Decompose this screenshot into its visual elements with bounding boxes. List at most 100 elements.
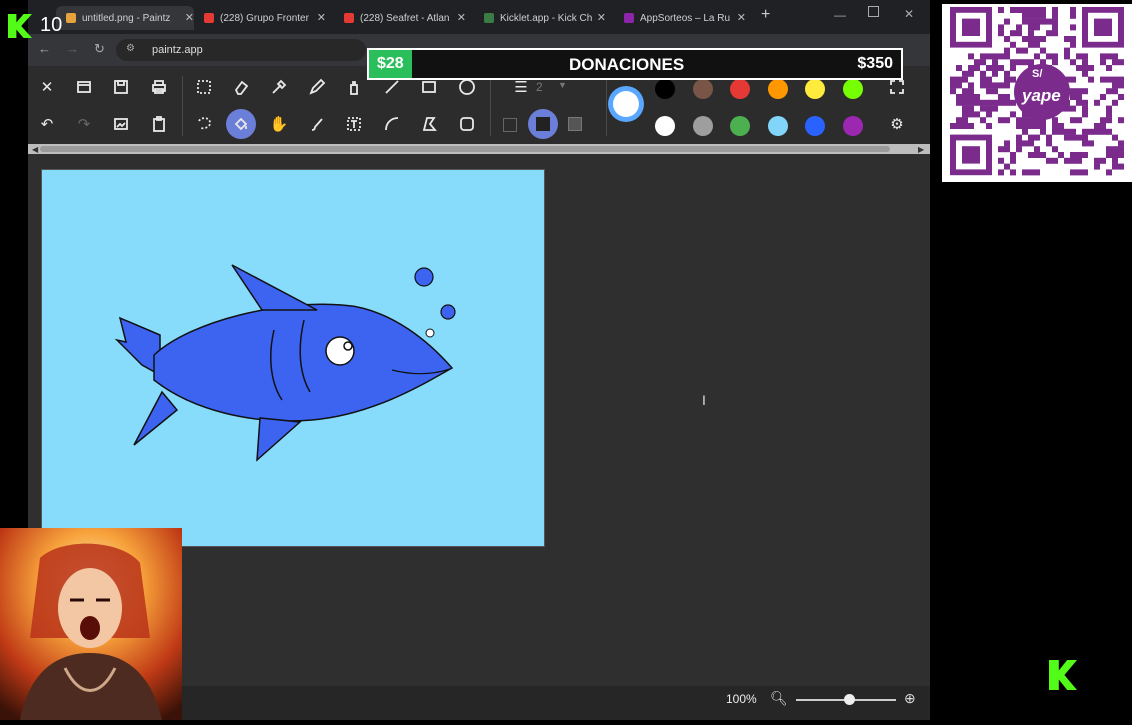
divider: [182, 76, 183, 136]
redo-icon[interactable]: ↷: [71, 111, 97, 137]
color-swatch[interactable]: [843, 116, 863, 136]
spray-can-icon[interactable]: [341, 74, 367, 100]
qr-finder-pattern: [1094, 18, 1112, 36]
color-swatch[interactable]: [767, 116, 788, 136]
close-tab-icon[interactable]: ✕: [597, 11, 606, 24]
fish-dorsal-fin: [231, 264, 318, 311]
outline-fill-icon[interactable]: [568, 117, 582, 131]
site-settings-icon[interactable]: ⚙: [126, 43, 135, 54]
scrollbar-thumb[interactable]: [40, 146, 890, 152]
color-swatch[interactable]: [730, 79, 751, 99]
donation-goal: $350: [857, 55, 893, 72]
rounded-rectangle-tool-icon[interactable]: [454, 111, 480, 137]
eraser-icon[interactable]: [228, 74, 254, 100]
color-swatch[interactable]: [692, 79, 713, 99]
filled-shape-icon: [536, 117, 550, 131]
clipboard-icon[interactable]: [146, 111, 172, 137]
streamer-avatar-image: [0, 528, 182, 720]
color-swatch[interactable]: [805, 79, 826, 99]
qr-finder-pattern: [962, 146, 980, 164]
text-cursor-icon: I: [702, 392, 706, 408]
tab-kicklet[interactable]: Kicklet.app - Kick Ch ✕: [484, 6, 606, 30]
close-tab-icon[interactable]: ✕: [317, 11, 326, 24]
new-tab-button[interactable]: +: [761, 6, 770, 24]
close-icon[interactable]: ✕: [34, 74, 60, 100]
maximize-icon[interactable]: [868, 6, 879, 17]
tab-youtube-1[interactable]: (228) Grupo Fronter ✕: [204, 6, 326, 30]
color-swatch[interactable]: [730, 116, 751, 136]
color-swatch[interactable]: [805, 116, 826, 136]
primary-color-swatch[interactable]: [613, 91, 639, 117]
print-icon[interactable]: [146, 74, 172, 100]
tab-label: untitled.png - Paintz: [82, 12, 171, 24]
reload-icon[interactable]: ↻: [94, 41, 105, 57]
close-window-icon[interactable]: ✕: [904, 7, 914, 21]
bubble: [414, 267, 434, 287]
tab-appsorteos[interactable]: AppSorteos – La Ru ✕: [624, 6, 746, 30]
zoom-level: 100%: [726, 692, 757, 706]
forward-arrow-icon[interactable]: →: [66, 41, 79, 56]
stream-counter: 10: [40, 14, 63, 36]
drawing-canvas[interactable]: [41, 169, 545, 547]
fill-bucket-icon[interactable]: [228, 111, 254, 137]
line-width-chevron-down-icon[interactable]: ▼: [558, 80, 567, 90]
tab-label: AppSorteos – La Ru: [640, 12, 731, 24]
divider: [490, 76, 491, 136]
zoom-out-icon[interactable]: 🔍︎: [770, 690, 788, 707]
image-resize-icon[interactable]: [108, 111, 134, 137]
tab-label: Kicklet.app - Kick Ch: [500, 12, 593, 24]
scroll-left-icon[interactable]: ◀: [32, 145, 38, 154]
polygon-tool-icon[interactable]: [416, 111, 442, 137]
tab-paintz[interactable]: untitled.png - Paintz ✕: [56, 6, 194, 30]
youtube-icon: [344, 13, 354, 23]
rectangle-select-icon[interactable]: [191, 74, 217, 100]
color-swatch[interactable]: [843, 79, 863, 99]
fish-eye: [325, 336, 355, 366]
donation-label: DONACIONES: [569, 55, 685, 74]
fish-pectoral-fin: [133, 390, 179, 446]
url-text[interactable]: paintz.app: [152, 40, 292, 60]
open-file-icon[interactable]: [71, 74, 97, 100]
fish-pupil: [343, 341, 353, 351]
qr-finder-pattern: [962, 18, 980, 36]
color-swatch[interactable]: [655, 116, 675, 136]
close-tab-icon[interactable]: ✕: [185, 11, 194, 24]
zoom-slider-thumb[interactable]: [843, 694, 855, 705]
pencil-icon[interactable]: [304, 74, 330, 100]
divider: [606, 76, 607, 136]
settings-gear-icon[interactable]: ⚙: [884, 111, 910, 137]
horizontal-scrollbar[interactable]: ◀ ▶: [28, 144, 930, 154]
free-select-icon[interactable]: [191, 111, 217, 137]
donation-current: $28: [377, 55, 404, 72]
zoom-in-icon[interactable]: ⊕: [904, 690, 916, 707]
back-arrow-icon[interactable]: ←: [38, 41, 51, 56]
donation-goal-bar: $28 DONACIONES $350: [367, 48, 903, 80]
brush-icon[interactable]: [304, 111, 330, 137]
tab-strip: untitled.png - Paintz ✕ (228) Grupo Fron…: [28, 0, 930, 34]
undo-icon[interactable]: ↶: [34, 111, 60, 137]
curve-tool-icon[interactable]: [379, 111, 405, 137]
anime-character-art: [0, 528, 182, 720]
save-icon[interactable]: [108, 74, 134, 100]
color-swatch[interactable]: [692, 116, 713, 136]
scroll-right-icon[interactable]: ▶: [918, 145, 924, 154]
bubble: [425, 328, 435, 338]
color-swatch[interactable]: [655, 79, 675, 99]
text-tool-icon[interactable]: [341, 111, 367, 137]
yape-currency: S/: [1032, 68, 1043, 80]
outline-only-icon[interactable]: [503, 118, 517, 132]
line-width-value[interactable]: 2: [536, 80, 543, 94]
hand-pan-icon[interactable]: ✋: [266, 111, 292, 137]
color-swatch[interactable]: [767, 79, 788, 99]
close-tab-icon[interactable]: ✕: [737, 11, 746, 24]
tab-youtube-2[interactable]: (228) Seafret - Atlan ✕: [344, 6, 466, 30]
yape-brand: yape: [1022, 86, 1061, 105]
yape-qr-code: S/ yape: [942, 4, 1132, 182]
paintz-favicon-icon: [66, 13, 76, 23]
youtube-icon: [204, 13, 214, 23]
kicklet-icon: [484, 13, 494, 23]
close-tab-icon[interactable]: ✕: [457, 11, 466, 24]
eyedropper-icon[interactable]: [266, 74, 292, 100]
fish-drawing: [114, 264, 456, 462]
minimize-icon[interactable]: —: [834, 8, 846, 22]
